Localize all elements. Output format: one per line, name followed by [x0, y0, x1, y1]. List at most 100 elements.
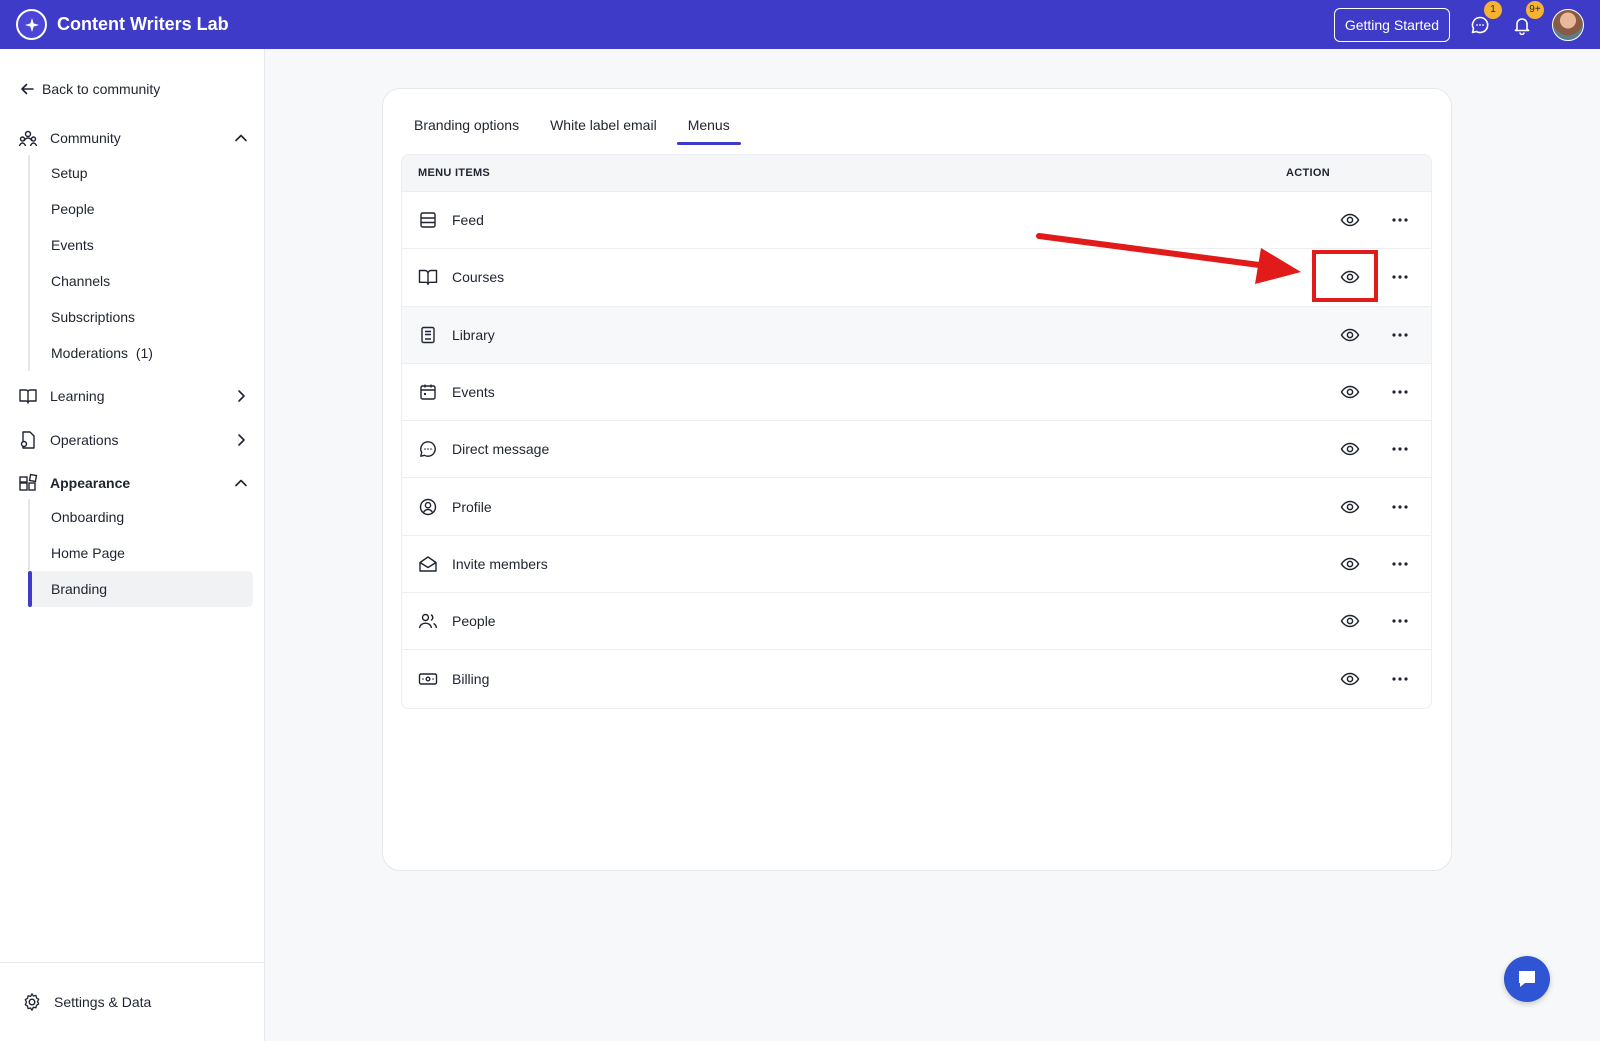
settings-data-link[interactable]: Settings & Data: [0, 962, 264, 1041]
back-label: Back to community: [42, 81, 161, 97]
visibility-toggle[interactable]: [1339, 381, 1361, 403]
eye-icon: [1340, 213, 1360, 227]
appearance-sublist: Onboarding Home Page Branding: [28, 499, 253, 607]
more-options-button[interactable]: [1389, 668, 1411, 690]
ellipsis-icon: [1392, 505, 1408, 509]
chevron-up-icon: [235, 134, 247, 142]
operations-icon: [20, 431, 35, 449]
sidebar-item-subscriptions[interactable]: Subscriptions: [30, 299, 253, 335]
sidebar-item-onboarding[interactable]: Onboarding: [30, 499, 253, 535]
more-options-button[interactable]: [1389, 610, 1411, 632]
arrow-left-icon: [21, 83, 34, 95]
annotation-arrow: [1036, 233, 1301, 284]
more-options-button[interactable]: [1389, 209, 1411, 231]
appearance-label: Appearance: [50, 475, 131, 491]
sidebar-item-setup[interactable]: Setup: [30, 155, 253, 191]
sidebar-section-learning[interactable]: Learning: [18, 386, 248, 406]
getting-started-button[interactable]: Getting Started: [1333, 7, 1450, 42]
visibility-toggle[interactable]: [1339, 209, 1361, 231]
app-title: Content Writers Lab: [57, 14, 229, 34]
col-menu-items: MENU ITEMS: [418, 167, 491, 179]
brand[interactable]: Content Writers Lab: [16, 9, 229, 40]
sidebar-section-operations[interactable]: Operations: [18, 430, 248, 450]
branding-card: Branding options White label email Menus…: [382, 88, 1452, 871]
sidebar-item-home-page[interactable]: Home Page: [30, 535, 253, 571]
sidebar-item-moderations[interactable]: Moderations (1): [30, 335, 253, 371]
ellipsis-icon: [1392, 390, 1408, 394]
table-row: Direct message: [402, 421, 1431, 479]
visibility-toggle[interactable]: [1339, 610, 1361, 632]
chevron-up-icon: [235, 479, 247, 487]
sidebar-item-people[interactable]: People: [30, 191, 253, 227]
ellipsis-icon: [1392, 447, 1408, 451]
row-label: Direct message: [452, 441, 550, 458]
visibility-toggle[interactable]: [1339, 668, 1361, 690]
sidebar: Back to community Community Setup People…: [0, 49, 265, 1041]
table-header: MENU ITEMS ACTION: [402, 155, 1431, 192]
notifications-badge: 9+: [1526, 0, 1544, 19]
book-icon: [19, 389, 37, 404]
more-options-button[interactable]: [1389, 553, 1411, 575]
community-icon: [18, 130, 38, 147]
gear-icon: [24, 993, 40, 1011]
chevron-right-icon: [238, 434, 245, 446]
support-chat-button[interactable]: [1504, 956, 1550, 1002]
eye-icon: [1340, 557, 1360, 571]
tab-menus[interactable]: Menus: [676, 111, 741, 145]
sidebar-item-events[interactable]: Events: [30, 227, 253, 263]
top-bar: Content Writers Lab Getting Started 1 9+: [0, 0, 1600, 49]
avatar[interactable]: [1552, 8, 1584, 41]
more-options-button[interactable]: [1389, 438, 1411, 460]
eye-icon: [1340, 500, 1360, 513]
tab-branding-options[interactable]: Branding options: [403, 111, 530, 143]
messages-badge: 1: [1484, 0, 1502, 19]
sidebar-item-channels[interactable]: Channels: [30, 263, 253, 299]
tab-bar: Branding options White label email Menus: [403, 111, 750, 145]
visibility-toggle[interactable]: [1339, 324, 1361, 346]
library-icon: [418, 325, 438, 345]
appearance-icon: [19, 473, 38, 491]
eye-icon: [1340, 328, 1360, 341]
more-options-button[interactable]: [1389, 324, 1411, 346]
ellipsis-icon: [1392, 275, 1408, 280]
settings-label: Settings & Data: [54, 994, 152, 1010]
banknote-icon: [418, 669, 438, 689]
row-label: Events: [452, 384, 495, 401]
notifications-button[interactable]: 9+: [1510, 0, 1544, 37]
row-label: Profile: [452, 498, 492, 515]
visibility-toggle[interactable]: [1339, 496, 1361, 518]
table-row: People: [402, 593, 1431, 651]
table-row: Library: [402, 306, 1431, 364]
eye-icon: [1340, 443, 1360, 456]
table-row: Invite members: [402, 536, 1431, 594]
ellipsis-icon: [1392, 677, 1408, 681]
messages-button[interactable]: 1: [1468, 0, 1502, 37]
community-sublist: Setup People Events Channels Subscriptio…: [28, 155, 253, 371]
row-label: Library: [452, 326, 495, 343]
community-label: Community: [50, 130, 121, 146]
visibility-toggle[interactable]: [1339, 438, 1361, 460]
annotation-highlight-box: [1312, 250, 1378, 302]
chat-bubble-icon: [418, 439, 438, 459]
ellipsis-icon: [1392, 562, 1408, 566]
ellipsis-icon: [1392, 333, 1408, 337]
eye-icon: [1340, 672, 1360, 686]
learning-label: Learning: [50, 388, 105, 404]
table-row: Billing: [402, 650, 1431, 707]
sidebar-section-community[interactable]: Community: [18, 128, 248, 148]
sidebar-section-appearance[interactable]: Appearance: [18, 473, 248, 493]
more-options-button[interactable]: [1389, 496, 1411, 518]
eye-icon: [1340, 385, 1360, 399]
row-label: Courses: [452, 269, 505, 286]
back-to-community-link[interactable]: Back to community: [20, 81, 160, 97]
ellipsis-icon: [1392, 619, 1408, 623]
more-options-button[interactable]: [1389, 266, 1411, 288]
operations-label: Operations: [50, 432, 119, 448]
tab-white-label-email[interactable]: White label email: [539, 111, 668, 143]
sidebar-item-branding[interactable]: Branding: [28, 571, 253, 607]
visibility-toggle[interactable]: [1339, 553, 1361, 575]
row-label: People: [452, 613, 496, 630]
more-options-button[interactable]: [1389, 381, 1411, 403]
col-action: ACTION: [1286, 167, 1330, 179]
eye-icon: [1340, 614, 1360, 628]
